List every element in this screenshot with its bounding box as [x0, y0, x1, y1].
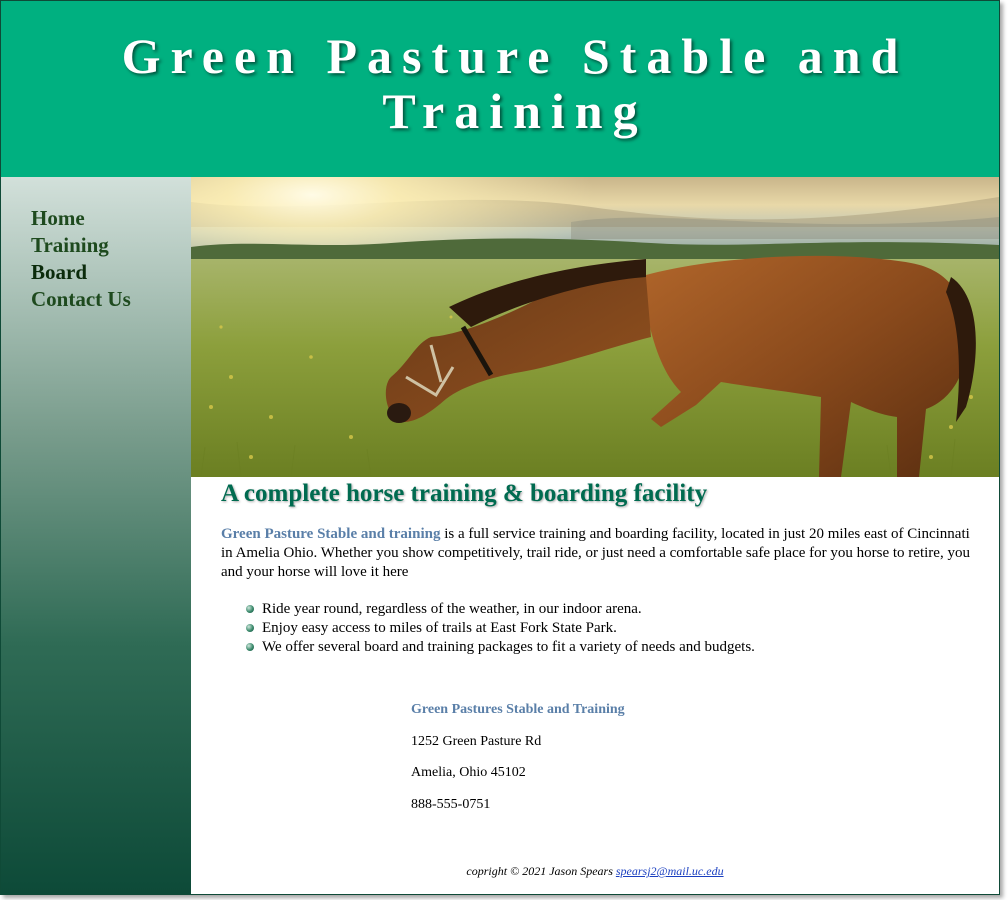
bullet-icon — [246, 624, 254, 632]
site-title: Green Pasture Stable and Training — [121, 28, 909, 139]
footer: copright © 2021 Jason Spears spearsj2@ma… — [191, 864, 999, 879]
feature-text: We offer several board and training pack… — [262, 639, 755, 655]
main-content: A complete horse training & boarding fac… — [221, 477, 976, 657]
page-wrapper: Green Pasture Stable and Training Home T… — [0, 0, 1000, 895]
address-block: Green Pastures Stable and Training 1252 … — [411, 701, 811, 827]
nav-item-contact: Contact Us — [31, 286, 191, 313]
feature-list: Ride year round, regardless of the weath… — [245, 600, 976, 657]
hero-image — [191, 177, 999, 477]
address-business-name: Green Pastures Stable and Training — [411, 702, 625, 717]
nav-item-training: Training — [31, 232, 191, 259]
bullet-icon — [246, 643, 254, 651]
address-street: 1252 Green Pasture Rd — [411, 733, 542, 749]
nav-link-contact-us[interactable]: Contact Us — [31, 286, 131, 313]
intro-paragraph: Green Pasture Stable and training is a f… — [221, 525, 976, 582]
page-heading: A complete horse training & boarding fac… — [221, 480, 708, 507]
horse-pasture-image — [191, 177, 999, 477]
feature-item: Ride year round, regardless of the weath… — [245, 600, 976, 619]
nav-item-board: Board — [31, 259, 191, 286]
feature-text: Ride year round, regardless of the weath… — [262, 601, 642, 617]
site-banner: Green Pasture Stable and Training — [1, 1, 999, 177]
feature-item: Enjoy easy access to miles of trails at … — [245, 619, 976, 638]
footer-email-link[interactable]: spearsj2@mail.uc.edu — [616, 864, 724, 878]
address-city: Amelia, Ohio 45102 — [411, 765, 526, 780]
intro-brand-name: Green Pasture Stable and training — [221, 526, 441, 542]
nav-list: Home Training Board Contact Us — [1, 177, 191, 313]
nav-link-board[interactable]: Board — [31, 259, 191, 286]
nav-link-training[interactable]: Training — [31, 232, 191, 259]
feature-text: Enjoy easy access to miles of trails at … — [262, 620, 617, 636]
address-phone: 888-555-0751 — [411, 796, 491, 812]
copyright-text: copright © 2021 Jason Spears — [466, 864, 616, 878]
sidebar-nav: Home Training Board Contact Us — [1, 177, 191, 894]
feature-item: We offer several board and training pack… — [245, 638, 976, 657]
bullet-icon — [246, 605, 254, 613]
nav-link-home[interactable]: Home — [31, 205, 191, 232]
nav-item-home: Home — [31, 205, 191, 232]
